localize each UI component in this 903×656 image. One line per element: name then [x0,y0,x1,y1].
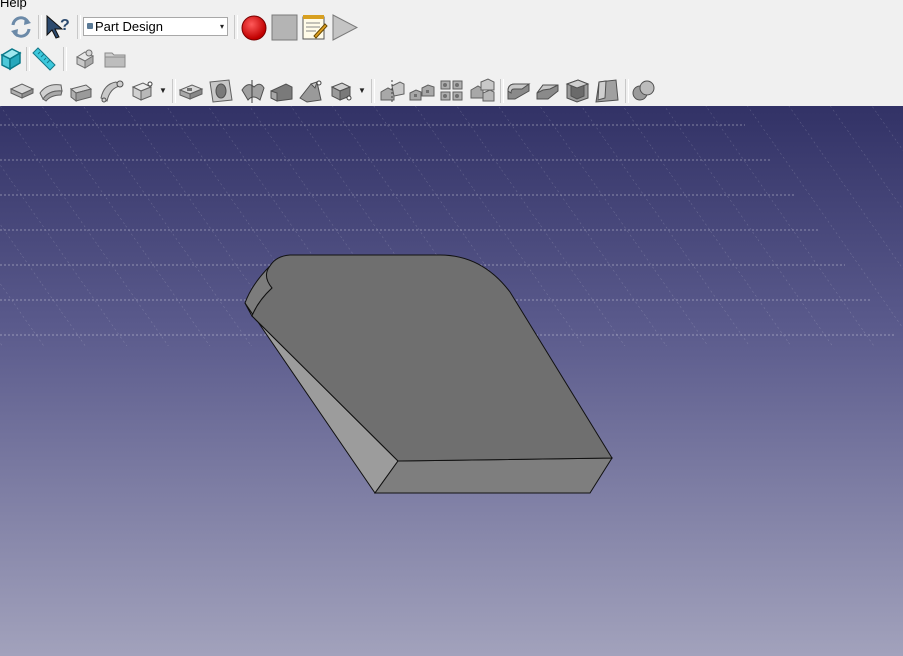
fillet-icon[interactable] [505,79,531,103]
separator [234,15,238,39]
part-design-workbench-icon [87,23,93,29]
additive-loft-icon[interactable] [297,78,325,104]
separator [63,47,67,71]
refresh-icon[interactable] [8,14,34,40]
sketch-icon[interactable] [9,79,35,103]
boolean-icon[interactable] [631,79,657,103]
separator [172,79,176,103]
record-macro-icon[interactable] [240,14,268,42]
toolbar-row-2 [0,43,903,75]
create-group-icon[interactable] [103,49,127,69]
separator [26,47,30,71]
draft-icon[interactable] [594,78,620,104]
execute-macro-icon[interactable] [331,14,358,41]
measure-distance-icon[interactable] [31,46,57,72]
std-view-box-icon[interactable] [0,47,22,71]
3d-viewport[interactable] [0,106,903,656]
mirrored-icon[interactable] [378,78,406,104]
thickness-icon[interactable] [564,78,590,104]
svg-text:?: ? [60,17,70,34]
validate-sketch-icon[interactable] [68,79,94,103]
viewport-canvas [0,106,903,494]
stop-macro-icon[interactable] [271,14,298,41]
separator [38,15,42,39]
additive-primitive-icon[interactable] [328,79,354,103]
sketcher-dropdown-icon[interactable] [129,79,155,103]
edit-sketch-icon[interactable] [37,79,65,103]
menu-help[interactable]: Help [0,0,27,10]
toolbar-row-3: ▼ ▼ [0,75,903,107]
polar-pattern-icon[interactable] [438,78,466,104]
separator [500,79,504,103]
pad-icon[interactable] [178,80,204,102]
separator [77,15,81,39]
separator [371,79,375,103]
revolution-icon[interactable] [238,78,266,104]
create-part-icon[interactable] [73,48,97,70]
workbench-selector[interactable]: Part Design ▾ [83,17,228,36]
chevron-down-icon[interactable]: ▼ [358,86,366,95]
edit-macro-icon[interactable] [301,14,328,41]
multi-transform-icon[interactable] [468,78,496,104]
chevron-down-icon[interactable]: ▼ [159,86,167,95]
pocket-icon[interactable] [207,78,235,104]
linear-pattern-icon[interactable] [408,79,436,103]
toolbar-row-1: ? Part Design ▾ [0,11,903,43]
groove-icon[interactable] [268,79,294,103]
workbench-selector-value: Part Design [95,19,163,34]
chamfer-icon[interactable] [534,79,560,103]
whats-this-icon[interactable]: ? [44,13,72,41]
separator [625,79,629,103]
chevron-down-icon: ▾ [219,22,224,31]
map-sketch-icon[interactable] [98,78,126,104]
menu-bar: Help [0,0,903,11]
